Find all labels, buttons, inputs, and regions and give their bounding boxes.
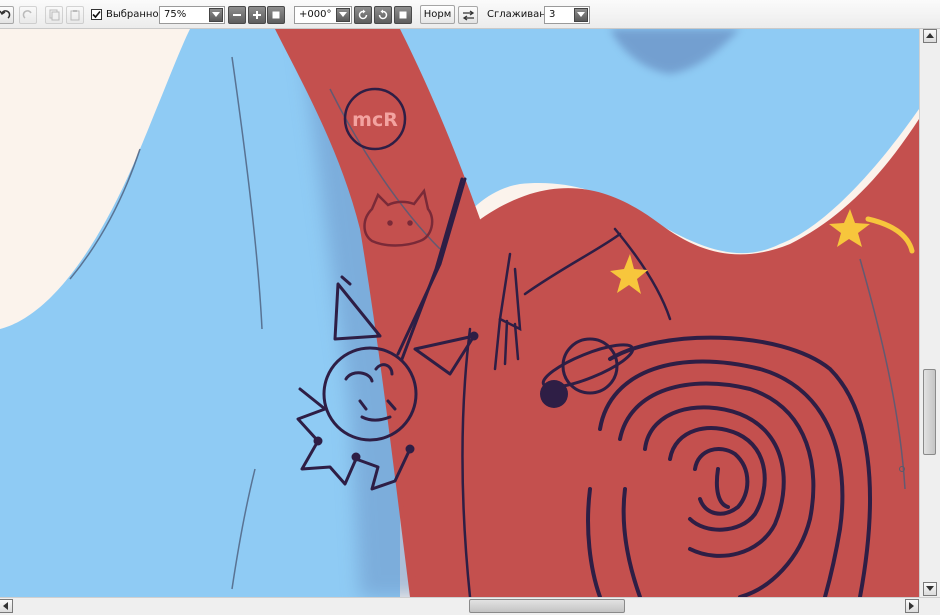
chevron-left-icon	[3, 602, 8, 610]
horizontal-scrollbar[interactable]	[0, 597, 940, 615]
redo-button[interactable]	[19, 6, 37, 24]
copy-icon	[49, 9, 60, 21]
rotation-dropdown-arrow[interactable]	[336, 8, 350, 22]
chevron-down-icon	[212, 12, 220, 17]
zoom-fit-button[interactable]	[267, 6, 285, 24]
chevron-down-icon	[926, 586, 934, 591]
redo-icon	[22, 10, 32, 19]
favorites-checkbox[interactable]	[91, 9, 102, 20]
chevron-up-icon	[926, 33, 934, 38]
paste-icon	[70, 10, 80, 21]
chevron-down-icon	[577, 12, 585, 17]
square-icon	[399, 11, 407, 19]
vertical-scroll-thumb[interactable]	[923, 369, 936, 455]
favorites-label: Выбранное	[106, 9, 165, 20]
smoothing-combo[interactable]: 3	[544, 6, 590, 24]
horizontal-scroll-thumb[interactable]	[468, 599, 625, 613]
rotation-combo[interactable]: +000°	[294, 6, 352, 24]
scroll-down-button[interactable]	[923, 582, 937, 596]
rotation-value: +000°	[299, 9, 332, 20]
smoothing-dropdown-arrow[interactable]	[574, 8, 588, 22]
badge-text: mcR	[352, 109, 398, 131]
reset-rotation-button[interactable]	[394, 6, 412, 24]
undo-button[interactable]	[0, 6, 14, 24]
plus-icon	[253, 11, 261, 19]
square-icon	[272, 11, 280, 19]
zoom-value: 75%	[164, 9, 187, 20]
rotate-left-button[interactable]	[354, 6, 372, 24]
scroll-left-button[interactable]	[0, 599, 13, 613]
undo-icon	[0, 10, 11, 19]
zoom-in-button[interactable]	[248, 6, 266, 24]
toolbar: Выбранное 75% +000° Норм Сглаживание 3	[0, 0, 940, 29]
chevron-right-icon	[909, 602, 914, 610]
paste-button[interactable]	[66, 6, 84, 24]
rotate-right-button[interactable]	[374, 6, 392, 24]
flip-arrows-icon	[462, 9, 474, 21]
rotate-right-icon	[378, 9, 388, 20]
flip-button[interactable]	[458, 6, 478, 24]
scroll-up-button[interactable]	[923, 29, 937, 43]
drawing-canvas[interactable]: mcR	[0, 29, 919, 597]
artwork: mcR	[0, 29, 919, 597]
zoom-combo[interactable]: 75%	[159, 6, 225, 24]
vertical-scrollbar[interactable]	[919, 29, 940, 597]
smoothing-value: 3	[549, 9, 556, 20]
zoom-dropdown-arrow[interactable]	[209, 8, 223, 22]
normal-view-button[interactable]: Норм	[420, 5, 455, 24]
minus-icon	[233, 14, 241, 16]
copy-button[interactable]	[45, 6, 63, 24]
chevron-down-icon	[339, 12, 347, 17]
scroll-right-button[interactable]	[905, 599, 919, 613]
rotate-left-icon	[358, 9, 368, 20]
checkmark-icon	[92, 10, 101, 19]
zoom-out-button[interactable]	[228, 6, 246, 24]
